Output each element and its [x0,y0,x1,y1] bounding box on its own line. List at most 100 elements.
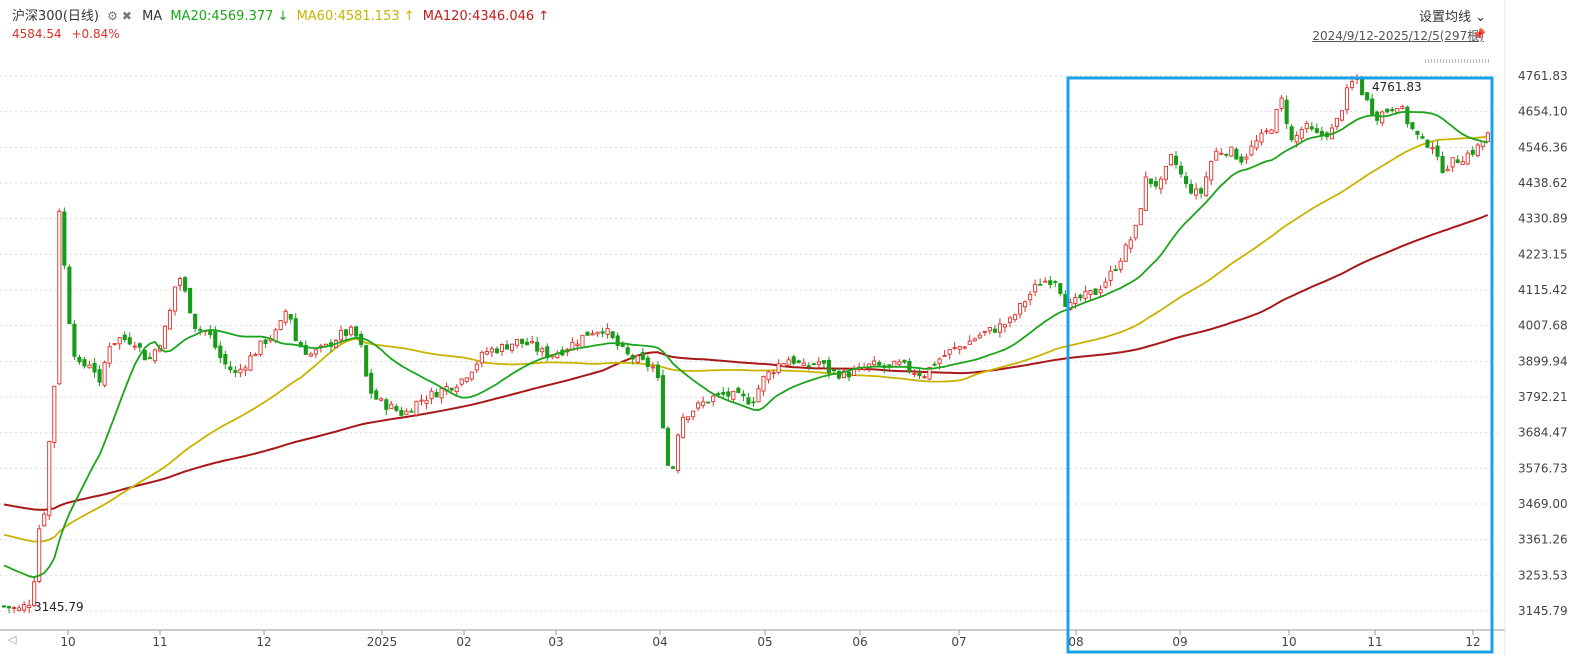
date-range[interactable]: 2024/9/12-2025/12/5(297根) [1312,27,1484,44]
ma120-value: MA120:4346.046 ↑ [422,9,550,24]
candle-body [489,348,494,353]
candle-body [575,343,580,347]
candle-body [379,398,384,401]
candle-body [691,410,696,418]
candle-body [791,356,796,364]
candle-body [6,605,12,609]
pin-icon[interactable]: 📌 [1472,28,1486,41]
x-tick-label: 03 [548,635,563,649]
candle-body [1234,148,1239,160]
candle-body [987,327,992,332]
candle-body [1339,110,1345,121]
candle-body [1138,208,1143,226]
candle-body [716,393,721,396]
candle-body [600,331,605,334]
candle-body [273,329,278,342]
scroll-left-icon[interactable]: ◁ [8,633,17,646]
candle-body [293,318,298,342]
candle-body [1048,280,1053,286]
candle-body [122,334,127,341]
y-tick-label: 4330.89 [1518,212,1568,226]
candle-body [997,323,1002,333]
y-tick-label: 4007.68 [1518,319,1568,333]
ma20-value: MA20:4569.377 ↓ [170,9,289,24]
candle-body [525,341,530,346]
candle-body [801,362,806,366]
candle-body [1370,98,1375,115]
candle-body [22,604,27,611]
candle-body [1038,283,1043,286]
candle-body [1279,97,1284,109]
y-tick-label: 4761.83 [1518,69,1568,83]
candle-body [172,286,178,312]
candle-body [696,402,701,409]
candle-body [756,388,761,403]
candle-body [349,326,354,336]
ma-settings-button[interactable]: 设置均线 ⌄ [1419,6,1486,25]
candle-body [72,323,77,357]
candle-body [92,362,97,373]
candle-body [183,277,188,292]
candle-body [474,363,479,371]
candle-body [1415,130,1420,135]
chevron-down-icon: ⌄ [1475,10,1486,25]
candle-body [580,334,585,348]
candle-body [1214,150,1219,161]
candle-body [213,331,218,348]
candle-body [389,403,394,410]
chart[interactable]: 4761.83 4654.10 4546.36 4438.62 4330.89 4223.… [0,0,1572,656]
candles [1,74,1490,614]
candle-body [499,344,505,352]
candle-body [1133,224,1138,239]
candle-body [590,333,595,336]
candle-body [821,360,826,364]
gear-icon[interactable]: ⚙ [107,9,118,23]
candle-body [1249,145,1254,156]
candle-body [1028,293,1033,301]
candle-body [675,434,681,471]
candle-body [434,391,439,398]
candle-body [967,340,972,345]
candle-body [1349,81,1355,88]
candle-body [1435,145,1440,157]
last-price: 4584.54 [12,27,62,41]
candle-body [354,326,359,337]
candle-body [1002,324,1008,328]
candle-body [17,607,22,611]
y-tick-label: 4438.62 [1518,176,1568,190]
candle-body [12,607,17,609]
ma20-line [3,111,1488,579]
candle-body [1229,146,1234,157]
candle-body [1053,281,1058,284]
candle-body [419,399,424,402]
x-tick-label: 08 [1068,635,1083,649]
candle-body [62,211,67,266]
candle-body [962,346,967,349]
candle-body [1168,154,1174,166]
close-icon[interactable]: ✖ [122,9,132,23]
candle-body [1123,244,1128,262]
candle-body [404,410,409,415]
candle-body [1073,297,1078,304]
candle-body [1239,156,1244,163]
candle-body [1319,131,1324,136]
candle-body [1083,290,1088,299]
candle-body [409,410,414,413]
candle-body [208,330,213,336]
y-tick-label: 3684.47 [1518,426,1568,440]
candle-body [142,349,147,361]
candle-body [937,358,942,365]
candle-body [1264,130,1269,133]
candle-body [464,377,469,382]
candle-body [177,278,183,286]
candle-body [77,356,82,363]
y-tick-label: 4654.10 [1518,105,1568,119]
candle-body [459,378,464,385]
candle-body [665,427,671,466]
candle-body [57,210,62,385]
candle-body [384,399,389,410]
ma60-line [3,135,1488,543]
candle-body [721,392,726,395]
candle-body [1344,87,1350,111]
candle-body [796,360,801,364]
